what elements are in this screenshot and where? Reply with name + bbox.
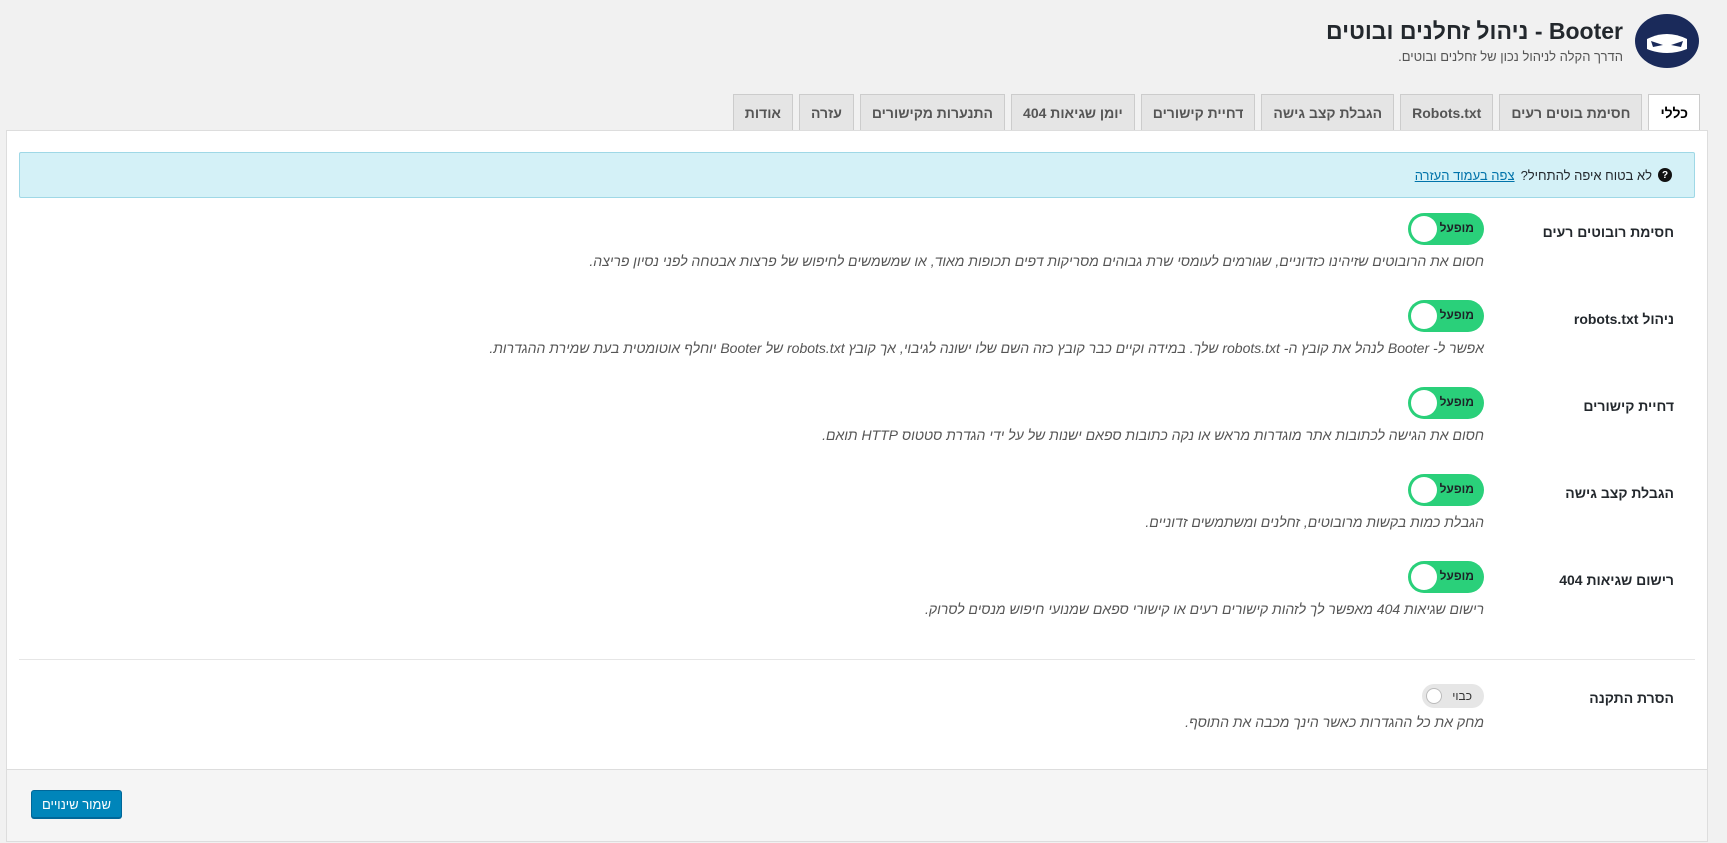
toggle-state: מופעל bbox=[1439, 569, 1474, 583]
help-page-link[interactable]: צפה בעמוד העזרה bbox=[1415, 168, 1515, 183]
toggle-state: מופעל bbox=[1439, 308, 1474, 322]
uninstall-toggle[interactable]: כבוי bbox=[1422, 684, 1484, 708]
setting-label: דחיית קישורים bbox=[1583, 398, 1674, 414]
tab-rate-limit[interactable]: הגבלת קצב גישה bbox=[1261, 94, 1395, 130]
toggle-knob bbox=[1411, 477, 1437, 503]
page-title: Booter - ניהול זחלנים ובוטים bbox=[1325, 18, 1623, 45]
404-log-toggle[interactable]: מופעל bbox=[1408, 561, 1484, 593]
setting-description: אפשר ל- Booter לנהל את קובץ ה- robots.tx… bbox=[489, 340, 1484, 356]
panel-footer: שמור שינויים bbox=[7, 769, 1707, 841]
bad-robots-toggle[interactable]: מופעל bbox=[1408, 213, 1484, 245]
tab-general[interactable]: כללי bbox=[1648, 94, 1700, 131]
question-circle-icon: ? bbox=[1658, 168, 1672, 182]
page-header: Booter - ניהול זחלנים ובוטים הדרך הקלה ל… bbox=[1326, 14, 1699, 68]
toggle-knob bbox=[1411, 303, 1437, 329]
setting-description: חסום את הרובוטים שזיהינו כזדוניים, שגורמ… bbox=[589, 253, 1484, 269]
setting-label: ניהול robots.txt bbox=[1573, 311, 1674, 327]
setting-label: חסימת רובוטים רעים bbox=[1542, 224, 1674, 240]
toggle-knob bbox=[1411, 390, 1437, 416]
settings-tabs: כללי חסימת בוטים רעים Robots.txt הגבלת ק… bbox=[732, 94, 1700, 131]
robots-txt-toggle[interactable]: מופעל bbox=[1408, 300, 1484, 332]
page-subtitle: הדרך הקלה לניהול נכון של זחלנים ובוטים. bbox=[1398, 48, 1623, 64]
toggle-knob bbox=[1411, 564, 1437, 590]
setting-description: חסום את הגישה לכתובות אתר מוגדרות מראש א… bbox=[822, 427, 1484, 443]
tab-robots-txt[interactable]: Robots.txt bbox=[1400, 94, 1494, 130]
setting-label: רישום שגיאות 404 bbox=[1559, 572, 1674, 588]
tab-bad-bots[interactable]: חסימת בוטים רעים bbox=[1499, 94, 1643, 130]
help-notice: ? לא בטוח איפה להתחיל? צפה בעמוד העזרה bbox=[19, 152, 1695, 198]
notice-text: לא בטוח איפה להתחיל? bbox=[1520, 167, 1652, 183]
booter-logo-icon bbox=[1635, 14, 1699, 68]
toggle-state: כבוי bbox=[1452, 689, 1472, 703]
toggle-state: מופעל bbox=[1439, 221, 1474, 235]
settings-page: Booter - ניהול זחלנים ובוטים הדרך הקלה ל… bbox=[0, 0, 1727, 843]
tab-help[interactable]: עזרה bbox=[798, 94, 854, 130]
setting-label: הגבלת קצב גישה bbox=[1565, 485, 1674, 501]
toggle-state: מופעל bbox=[1439, 482, 1474, 496]
rate-limit-toggle[interactable]: מופעל bbox=[1408, 474, 1484, 506]
section-divider bbox=[19, 659, 1695, 660]
toggle-knob bbox=[1411, 216, 1437, 242]
settings-panel: ? לא בטוח איפה להתחיל? צפה בעמוד העזרה ח… bbox=[6, 130, 1708, 842]
tab-about[interactable]: אודות bbox=[732, 94, 793, 130]
save-changes-button[interactable]: שמור שינויים bbox=[31, 790, 122, 818]
toggle-state: מופעל bbox=[1439, 395, 1474, 409]
title-block: Booter - ניהול זחלנים ובוטים הדרך הקלה ל… bbox=[1326, 18, 1623, 64]
toggle-knob bbox=[1426, 688, 1442, 704]
tab-disavow-links[interactable]: התנערות מקישורים bbox=[859, 94, 1006, 130]
tab-404-log[interactable]: יומן שגיאות 404 bbox=[1011, 94, 1135, 130]
tab-reject-links[interactable]: דחיית קישורים bbox=[1140, 94, 1256, 130]
setting-description: מחק את כל ההגדרות כאשר הינך מכבה את התוס… bbox=[1185, 714, 1484, 730]
setting-description: רישום שגיאות 404 מאפשר לך לזהות קישורים … bbox=[924, 601, 1484, 617]
setting-label: הסרת התקנה bbox=[1589, 690, 1674, 706]
setting-description: הגבלת כמות בקשות מרובוטים, זחלנים ומשתמש… bbox=[1145, 514, 1484, 530]
reject-links-toggle[interactable]: מופעל bbox=[1408, 387, 1484, 419]
